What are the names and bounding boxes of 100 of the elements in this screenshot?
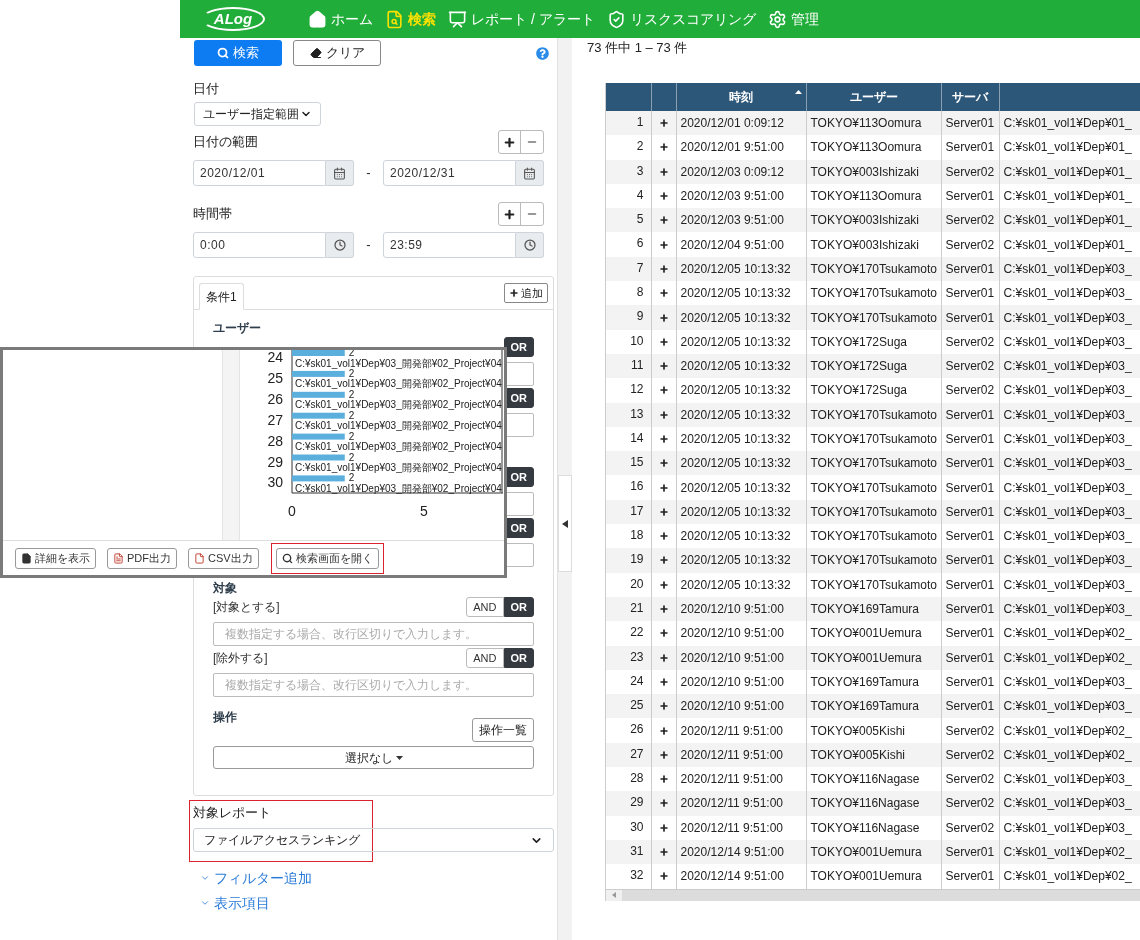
bar-caption: C:¥sk01_vol1¥Dep¥03_開発部¥02_Project¥04 [295, 420, 502, 432]
table-cell: 2020/12/10 9:51:00 [676, 621, 806, 646]
operation-list-button[interactable]: 操作一覧 [472, 718, 534, 742]
table-cell: C:¥sk01_vol1¥Dep¥03_ [999, 353, 1140, 379]
value-label: 2 [348, 472, 355, 484]
table-cell: Server02 [941, 159, 999, 184]
row-number: 23 [606, 645, 651, 670]
clock-button[interactable] [326, 232, 354, 258]
popup-button[interactable]: 詳細を表示 [15, 547, 96, 569]
clock-icon [523, 239, 536, 251]
plus-icon [658, 628, 669, 639]
table-cell: TOKYO¥170Tsukamoto [806, 475, 941, 500]
chevron-icon [200, 873, 210, 883]
add-condition-button[interactable]: 追加 [504, 283, 548, 303]
bar-caption: C:¥sk01_vol1¥Dep¥03_開発部¥02_Project¥04 [295, 482, 502, 494]
toggle-button[interactable]: AND [466, 597, 504, 617]
table-cell: TOKYO¥001Uemura [806, 864, 941, 889]
plus-icon [658, 652, 669, 663]
table-cell: TOKYO¥113Oomura [806, 135, 941, 160]
expand-link[interactable]: 表示項目 [200, 894, 544, 912]
plus-icon [503, 135, 516, 149]
plus-icon [658, 434, 669, 444]
clock-button[interactable] [516, 232, 544, 258]
plus-icon [658, 263, 669, 274]
shield-icon [606, 9, 626, 29]
pdf-file-icon [113, 552, 124, 564]
range-separator: - [365, 164, 372, 183]
row-number: 26 [606, 718, 651, 743]
bar-caption: C:¥sk01_vol1¥Dep¥03_開発部¥02_Project¥04 [295, 378, 502, 390]
filter-field[interactable]: 複数指定する場合、改行区切りで入力します。 [213, 622, 534, 646]
table-cell: 2020/12/03 0:09:12 [676, 159, 806, 184]
plus-icon [658, 822, 669, 833]
plus-icon [658, 385, 669, 396]
tick-label: 5 [420, 503, 428, 519]
table-cell: Server01 [941, 864, 999, 889]
bar [292, 391, 345, 398]
plus-icon [658, 749, 669, 760]
section-title: ユーザー [213, 320, 262, 337]
table-cell: TOKYO¥170Tsukamoto [806, 548, 941, 573]
plus-icon [658, 215, 669, 226]
plus-icon [658, 701, 669, 712]
table-cell: C:¥sk01_vol1¥Dep¥03_ [999, 402, 1140, 427]
result-count: 73 件中 1 – 73 件 [587, 39, 689, 57]
table-cell: Server01 [941, 548, 999, 573]
plus-icon [658, 142, 669, 153]
table-cell: C:¥sk01_vol1¥Dep¥03_ [999, 305, 1140, 330]
table-cell: TOKYO¥001Uemura [806, 645, 941, 670]
table-cell: C:¥sk01_vol1¥Dep¥03_ [999, 378, 1140, 403]
table-cell: TOKYO¥001Uemura [806, 621, 941, 646]
date-field[interactable]: 2020/12/31 [383, 160, 516, 186]
table-cell: C:¥sk01_vol1¥Dep¥03_ [999, 524, 1140, 549]
popup-button[interactable]: 検索画面を開く [275, 547, 379, 569]
axis-label: 24 [267, 350, 283, 365]
row-number: 29 [606, 791, 651, 816]
table-cell: TOKYO¥172Suga [806, 378, 941, 403]
row-number: 32 [606, 864, 651, 889]
toggle-button[interactable]: OR [503, 597, 534, 617]
clear-button[interactable]: クリア [293, 40, 381, 66]
toggle-button[interactable]: OR [503, 648, 534, 668]
date-mode-select[interactable]: ユーザー指定範囲 [194, 102, 321, 126]
value-label: 2 [348, 388, 355, 400]
table-cell: C:¥sk01_vol1¥Dep¥01_ [999, 111, 1140, 136]
report-select[interactable]: ファイルアクセスランキング [193, 828, 554, 852]
popup-button[interactable]: CSV出力 [188, 547, 259, 569]
row-number: 20 [606, 572, 651, 597]
axis-label: 27 [267, 411, 283, 428]
plus-icon [658, 506, 669, 517]
toggle-button[interactable]: OR [503, 337, 534, 357]
clock-icon [333, 239, 346, 251]
help-icon[interactable] [536, 46, 549, 60]
table-cell: C:¥sk01_vol1¥Dep¥03_ [999, 596, 1140, 622]
bar-caption: C:¥sk01_vol1¥Dep¥03_開発部¥02_Project¥04 [295, 441, 502, 453]
axis-label: 26 [267, 390, 283, 407]
expand-link[interactable]: フィルター追加 [200, 869, 544, 887]
search-icon [385, 9, 404, 29]
calendar-button[interactable] [516, 160, 544, 186]
table-cell: 2020/12/05 10:13:32 [676, 329, 806, 354]
date-field[interactable]: 2020/12/01 [193, 160, 326, 186]
operation-dropdown[interactable]: 選択なし [213, 746, 534, 769]
table-cell: C:¥sk01_vol1¥Dep¥02_ [999, 839, 1140, 865]
row-number: 13 [606, 402, 651, 427]
time-field[interactable]: 23:59 [383, 232, 516, 258]
chevron-icon [200, 898, 210, 908]
time-field[interactable]: 0:00 [193, 232, 326, 258]
condition-tab[interactable]: 条件1 [199, 283, 244, 310]
calendar-icon [333, 166, 346, 180]
popup-button[interactable]: PDF出力 [107, 547, 177, 569]
filter-label: [除外する] [213, 650, 268, 667]
tick-label: 0 [288, 503, 296, 519]
search-button[interactable]: 検索 [194, 40, 282, 66]
filter-field[interactable]: 複数指定する場合、改行区切りで入力します。 [213, 673, 534, 697]
table-cell: C:¥sk01_vol1¥Dep¥03_ [999, 815, 1140, 840]
collapse-handle[interactable] [558, 475, 572, 572]
settings-icon [767, 9, 787, 29]
calendar-button[interactable] [326, 160, 354, 186]
toggle-button[interactable]: AND [466, 648, 504, 668]
document-icon [21, 552, 32, 564]
table-cell: C:¥sk01_vol1¥Dep¥01_ [999, 183, 1140, 209]
table-cell: 2020/12/04 9:51:00 [676, 232, 806, 257]
row-number: 16 [606, 475, 651, 500]
